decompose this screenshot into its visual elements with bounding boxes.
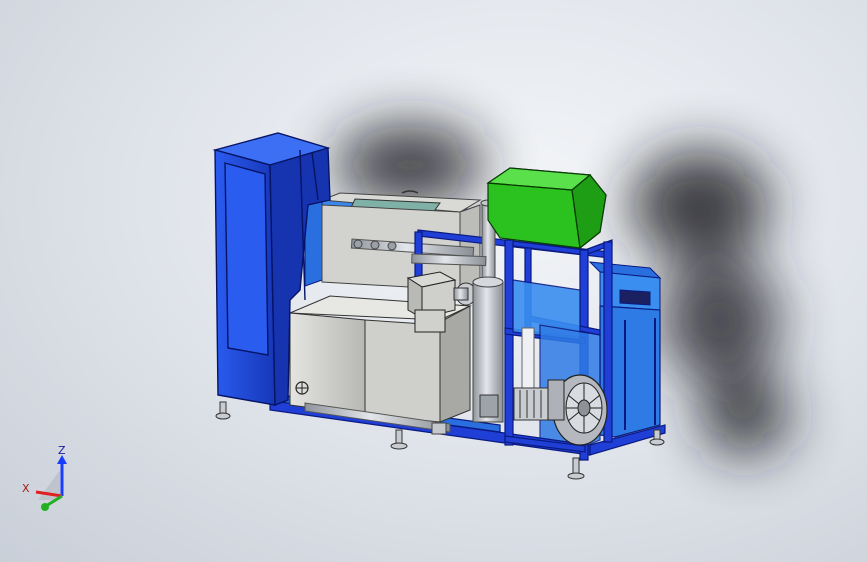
- green-hood[interactable]: [486, 167, 607, 250]
- x-label: X: [22, 482, 30, 495]
- coordinate-triad[interactable]: Z X: [22, 444, 67, 511]
- model-scene[interactable]: Z X: [0, 0, 867, 562]
- z-label: Z: [58, 444, 66, 457]
- cad-viewport[interactable]: Z X: [0, 0, 867, 562]
- y-axis-end: [41, 503, 49, 511]
